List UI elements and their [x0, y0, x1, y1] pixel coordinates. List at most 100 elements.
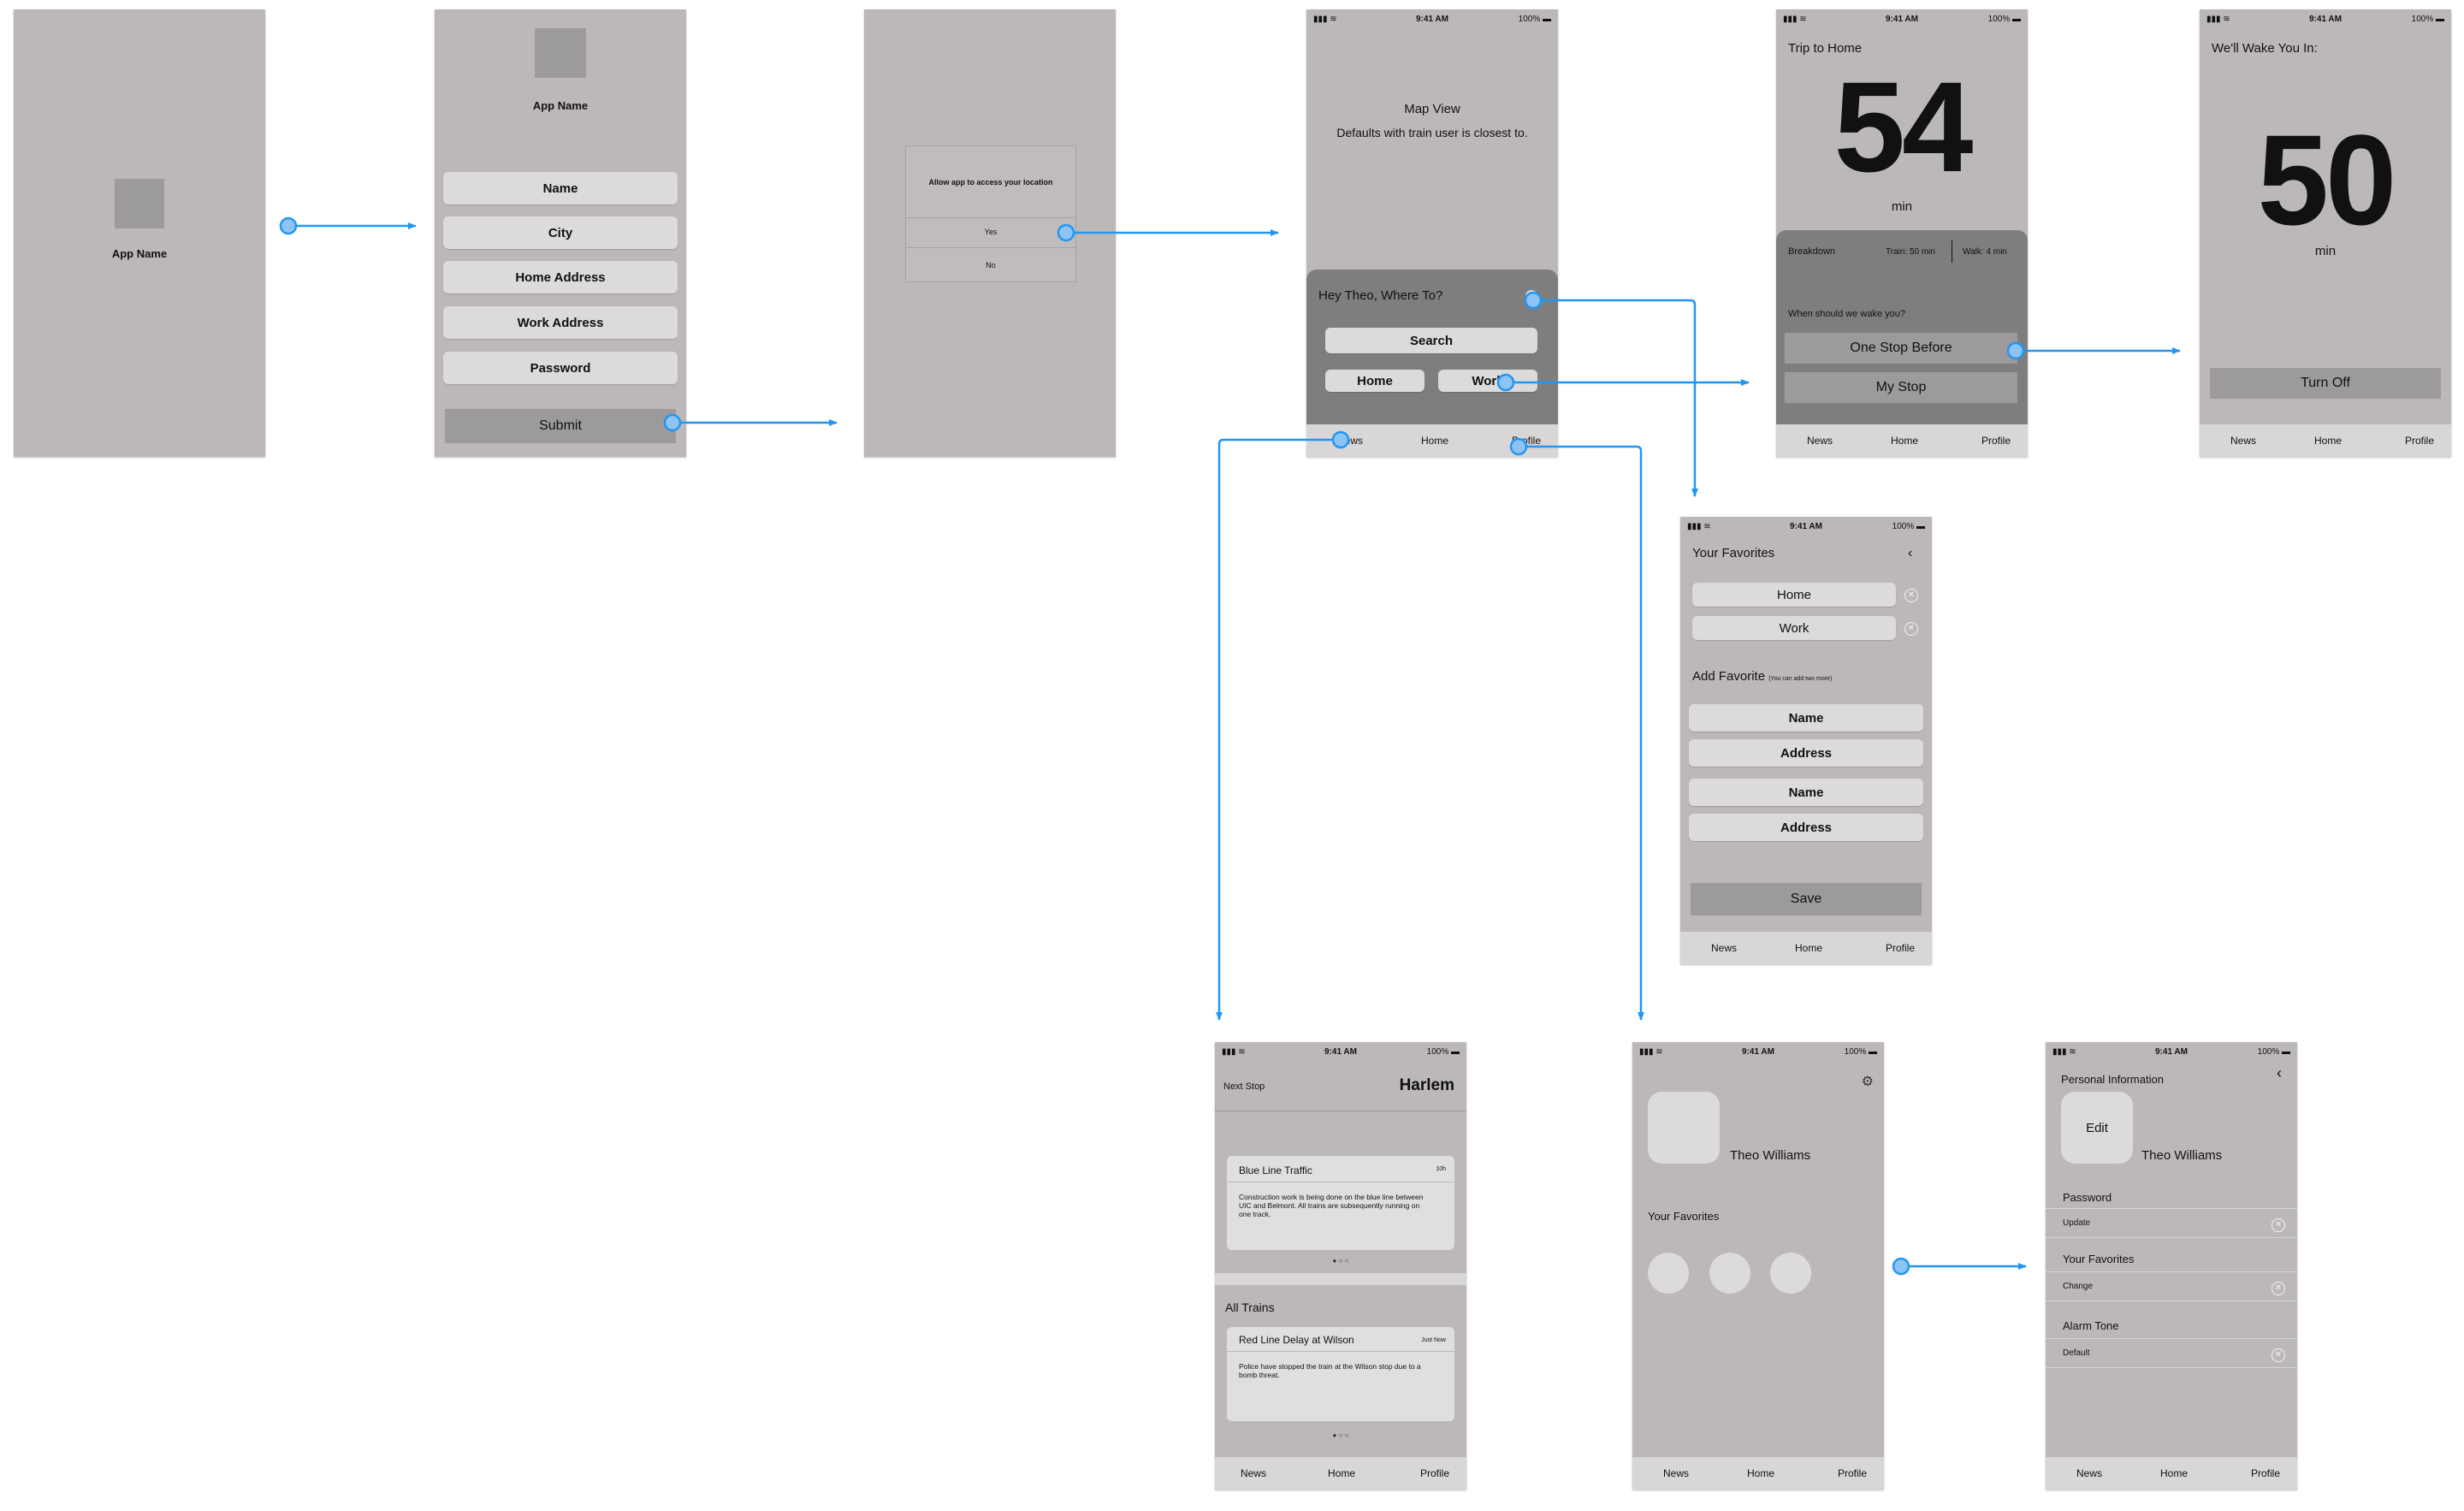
connector-profile-tab-to-profile	[1519, 445, 1644, 1021]
gear-icon[interactable]: ⚙	[1862, 1073, 1874, 1090]
yes-button[interactable]: Yes	[906, 228, 1075, 236]
tab-profile[interactable]: Profile	[1512, 435, 1541, 447]
address-field[interactable]: Address	[1689, 814, 1923, 841]
app-logo-placeholder	[115, 179, 164, 228]
row-divider	[2046, 1208, 2297, 1209]
divider	[906, 247, 1075, 248]
connector-start-dot	[1892, 1257, 1910, 1276]
tab-news[interactable]: News	[2230, 435, 2256, 447]
row-divider	[2046, 1237, 2297, 1238]
tab-news[interactable]: News	[1711, 942, 1737, 954]
app-name: App Name	[532, 99, 589, 112]
tab-bar: News Home Profile	[1215, 1457, 1466, 1490]
search-button[interactable]: Search	[1325, 328, 1537, 353]
add-favorite-title: Add Favorite (You can add two more)	[1692, 669, 1832, 684]
tab-home[interactable]: Home	[1747, 1467, 1774, 1479]
favorites-label: Your Favorites	[2063, 1253, 2135, 1265]
tab-news[interactable]: News	[1807, 435, 1833, 447]
battery-label: 100%	[1892, 522, 1915, 531]
name-field[interactable]: Name	[443, 172, 678, 204]
password-field[interactable]: Password	[443, 352, 678, 384]
clear-icon[interactable]: ✕	[2272, 1218, 2285, 1232]
update-row[interactable]: Update	[2063, 1218, 2090, 1228]
card-time: Just Now	[1421, 1337, 1446, 1343]
settings-title: Personal Information	[2061, 1073, 2164, 1086]
card-title: Blue Line Traffic	[1239, 1164, 1312, 1176]
favorites-title: Your Favorites	[1648, 1210, 1720, 1223]
city-field[interactable]: City	[443, 216, 678, 249]
battery-label: 100%	[2411, 15, 2434, 24]
tab-news[interactable]: News	[1241, 1467, 1266, 1479]
battery-label: 100%	[2257, 1047, 2280, 1057]
tab-profile[interactable]: Profile	[1838, 1467, 1867, 1479]
favorite-circle[interactable]	[1770, 1253, 1811, 1294]
tab-bar: News Home Profile	[1632, 1457, 1884, 1490]
permission-prompt: Allow app to access your location	[928, 178, 1053, 187]
tab-news[interactable]: News	[1337, 435, 1363, 447]
map-subtitle: Defaults with train user is closest to.	[1336, 126, 1528, 139]
favorites-screen: ▮▮▮ ≋ 9:41 AM 100% ▬ Your Favorites ‹ Ho…	[1680, 517, 1932, 964]
password-label: Password	[2063, 1191, 2112, 1204]
location-icon[interactable]	[1525, 290, 1537, 302]
tab-profile[interactable]: Profile	[1886, 942, 1915, 954]
remove-icon[interactable]: ✕	[1904, 589, 1918, 602]
trip-title: Trip to Home	[1788, 41, 1863, 56]
favorite-circle[interactable]	[1709, 1253, 1750, 1294]
favorites-title: Your Favorites	[1692, 546, 1775, 560]
name-field[interactable]: Name	[1689, 704, 1923, 732]
submit-button[interactable]: Submit	[445, 409, 676, 443]
add-favorite-note: (You can add two more)	[1768, 676, 1833, 682]
tab-news[interactable]: News	[1663, 1467, 1689, 1479]
card-title: Red Line Delay at Wilson	[1239, 1334, 1354, 1346]
my-stop-button[interactable]: My Stop	[1785, 372, 2017, 403]
status-bar: ▮▮▮ ≋ 9:41 AM 100% ▬	[2046, 1042, 2297, 1061]
tab-news[interactable]: News	[2076, 1467, 2102, 1479]
tab-profile[interactable]: Profile	[1420, 1467, 1449, 1479]
back-icon[interactable]: ‹	[2277, 1064, 2282, 1082]
no-button[interactable]: No	[906, 261, 1075, 270]
tab-profile[interactable]: Profile	[1981, 435, 2011, 447]
signup-screen: App Name Name City Home Address Work Add…	[435, 9, 686, 457]
name-field[interactable]: Name	[1689, 779, 1923, 806]
edit-avatar-button[interactable]: Edit	[2061, 1092, 2133, 1164]
address-field[interactable]: Address	[1689, 739, 1923, 767]
tab-home[interactable]: Home	[2314, 435, 2342, 447]
one-stop-before-button[interactable]: One Stop Before	[1785, 333, 2017, 364]
default-row[interactable]: Default	[2063, 1348, 2090, 1358]
tab-home[interactable]: Home	[1795, 942, 1822, 954]
map-screen: ▮▮▮ ≋ 9:41 AM 100% ▬ Map View Defaults w…	[1306, 9, 1558, 457]
save-button[interactable]: Save	[1691, 883, 1922, 915]
tab-home[interactable]: Home	[1891, 435, 1918, 447]
favorite-work[interactable]: Work	[1692, 616, 1896, 640]
tab-bar: News Home Profile	[1306, 424, 1558, 457]
home-button[interactable]: Home	[1325, 370, 1424, 392]
divider	[1227, 1351, 1454, 1352]
tab-bar: News Home Profile	[2200, 424, 2451, 457]
news-card[interactable]: Blue Line Traffic 10h Construction work …	[1227, 1156, 1454, 1250]
clear-icon[interactable]: ✕	[2272, 1348, 2285, 1362]
work-address-field[interactable]: Work Address	[443, 306, 678, 339]
battery-icon: 100% ▬	[1844, 1047, 1877, 1057]
home-address-field[interactable]: Home Address	[443, 261, 678, 293]
battery-label: 100%	[1426, 1047, 1449, 1057]
tab-bar: News Home Profile	[2046, 1457, 2297, 1490]
tab-home[interactable]: Home	[2160, 1467, 2188, 1479]
turn-off-button[interactable]: Turn Off	[2210, 368, 2441, 399]
remove-icon[interactable]: ✕	[1904, 622, 1918, 636]
work-button[interactable]: Work	[1438, 370, 1537, 392]
splash-screen: App Name	[14, 9, 265, 457]
divider	[906, 217, 1075, 218]
settings-screen: ▮▮▮ ≋ 9:41 AM 100% ▬ Personal Informatio…	[2046, 1042, 2297, 1490]
tab-home[interactable]: Home	[1328, 1467, 1355, 1479]
news-card[interactable]: Red Line Delay at Wilson Just Now Police…	[1227, 1327, 1454, 1421]
clear-icon[interactable]: ✕	[2272, 1282, 2285, 1295]
tab-home[interactable]: Home	[1421, 435, 1448, 447]
tab-profile[interactable]: Profile	[2405, 435, 2434, 447]
favorite-home[interactable]: Home	[1692, 583, 1896, 607]
tab-profile[interactable]: Profile	[2251, 1467, 2280, 1479]
favorite-circle[interactable]	[1648, 1253, 1689, 1294]
pager-dots: ● ○ ○	[1332, 1431, 1349, 1439]
back-icon[interactable]: ‹	[1908, 546, 1912, 561]
change-row[interactable]: Change	[2063, 1282, 2093, 1291]
where-to-sheet: Hey Theo, Where To? Search Home Work	[1306, 270, 1558, 424]
